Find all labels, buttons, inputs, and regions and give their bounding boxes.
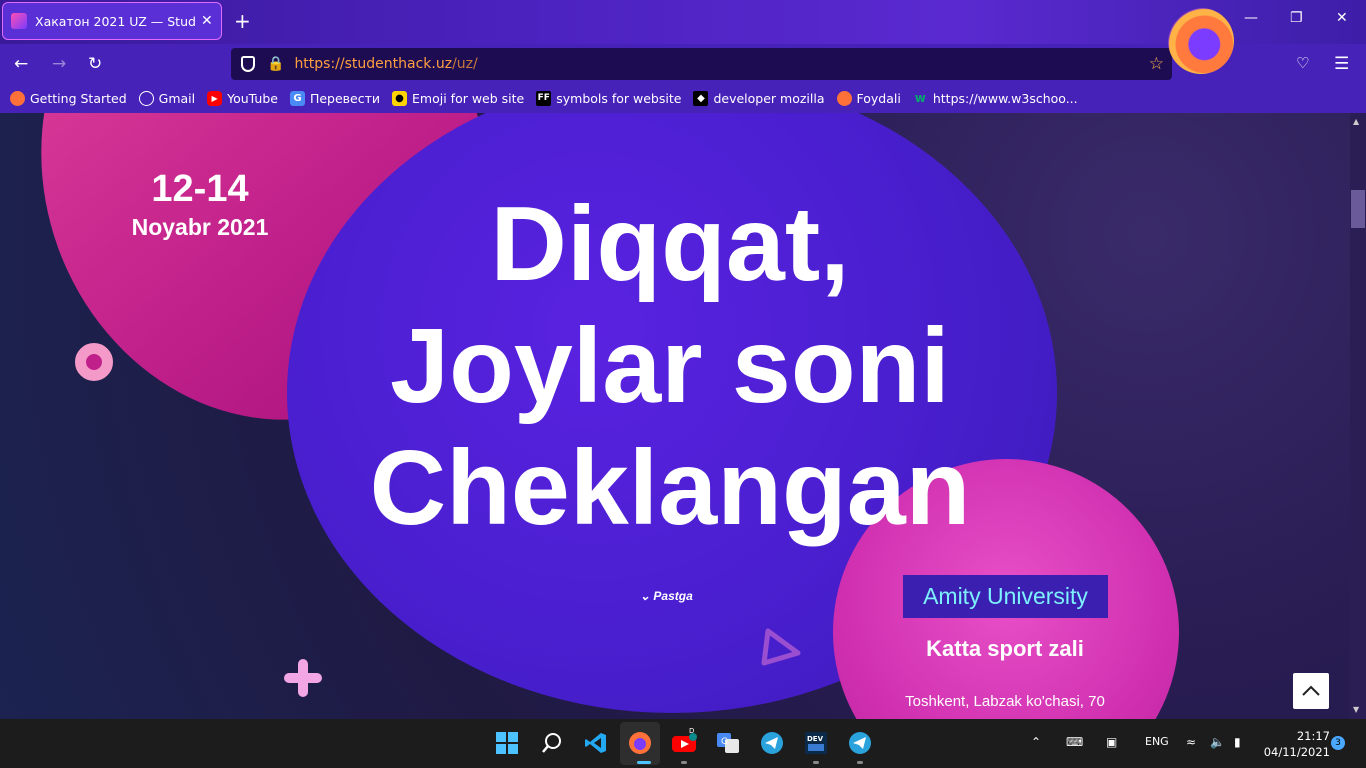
back-arrow-icon[interactable]: ← [14, 54, 28, 74]
telegram-desktop-icon[interactable] [847, 730, 873, 756]
shield-icon[interactable] [241, 56, 255, 72]
mdn-icon: ◆ [693, 91, 709, 106]
back-to-top-button[interactable] [1293, 673, 1329, 709]
google-translate-taskbar-icon[interactable]: G [715, 730, 741, 756]
lock-icon[interactable]: 🔒 [267, 56, 284, 72]
maximize-button[interactable]: ❐ [1290, 10, 1303, 26]
windows-start-icon[interactable] [494, 730, 520, 756]
ff-icon: FF [536, 91, 552, 106]
venue-hall: Katta sport zali [926, 636, 1084, 661]
ring-decoration-icon [75, 343, 113, 381]
headline-line-3: Cheklangan [369, 429, 971, 547]
minimize-button[interactable]: — [1244, 10, 1258, 26]
bookmark-gmail[interactable]: Gmail [138, 91, 195, 106]
site-favicon-icon [11, 13, 27, 29]
vscode-icon[interactable] [583, 730, 609, 756]
menu-icon[interactable]: ☰ [1334, 54, 1349, 74]
clock-time: 21:17 [1296, 729, 1330, 743]
tab-bar: Хакатон 2021 UZ — Students H ✕ + — ❐ ✕ [0, 0, 1366, 44]
url-path: /uz/ [452, 56, 478, 72]
scroll-down-link[interactable]: ⌄ Pastga [640, 589, 693, 603]
headline-line-1: Diqqat, [490, 185, 850, 303]
hero-headline: Diqqat, Joylar soni Cheklangan [330, 183, 1010, 549]
volume-icon[interactable]: 🔈 [1210, 735, 1225, 749]
chevron-down-icon: ⌄ [640, 589, 651, 603]
clock-date: 04/11/2021 [1263, 745, 1330, 759]
scroll-up-arrow-icon[interactable]: ▲ [1353, 117, 1359, 126]
scroll-down-arrow-icon[interactable]: ▼ [1353, 705, 1359, 714]
battery-icon[interactable]: ▮ [1234, 735, 1241, 749]
page-content: 12-14 Noyabr 2021 Diqqat, Joylar soni Ch… [0, 113, 1350, 719]
youtube-running-indicator [681, 761, 687, 764]
search-icon[interactable] [539, 730, 565, 756]
close-window-button[interactable]: ✕ [1336, 10, 1348, 26]
youtube-taskbar-icon[interactable]: D [671, 727, 697, 756]
bookmark-mdn[interactable]: ◆ developer mozilla [693, 91, 825, 106]
bookmark-w3schools[interactable]: w https://www.w3schoo... [913, 91, 1078, 106]
pocket-icon[interactable]: ♡ [1296, 54, 1309, 72]
event-date-range: 12-14 [151, 168, 249, 210]
bookmarks-toolbar: Getting Started Gmail ▶ YouTube G Перевест… [0, 84, 1366, 113]
system-clock[interactable]: 21:17 04/11/2021 [1262, 728, 1330, 760]
wifi-icon[interactable]: ≈ [1186, 735, 1196, 749]
taskbar: D G DEV ⌃ ⌨ ▣ ENG ≈ 🔈 ▮ 21:17 04/11/2021… [0, 719, 1366, 768]
firefox-running-indicator [637, 761, 651, 764]
google-translate-icon: G [289, 91, 305, 106]
bookmark-star-icon[interactable]: ☆ [1149, 54, 1164, 74]
chevron-up-icon [1302, 685, 1320, 696]
globe-icon [138, 91, 154, 106]
event-date-month: Noyabr 2021 [131, 214, 269, 240]
language-indicator[interactable]: ENG [1145, 735, 1169, 748]
dev-app-icon[interactable]: DEV [803, 730, 829, 756]
bookmark-youtube[interactable]: ▶ YouTube [207, 91, 278, 106]
scrollbar-thumb[interactable] [1351, 190, 1365, 228]
forward-arrow-icon[interactable]: → [52, 54, 66, 74]
triangle-decoration-icon [761, 628, 801, 666]
firefox-taskbar-icon[interactable] [627, 730, 653, 756]
tray-chevron-up-icon[interactable]: ⌃ [1031, 735, 1041, 749]
svg-text:DEV: DEV [807, 735, 824, 743]
bookmark-translate[interactable]: G Перевести [289, 91, 380, 106]
bookmark-symbols[interactable]: FF symbols for website [536, 91, 681, 106]
firefox-icon [10, 91, 25, 106]
tab-close-icon[interactable]: ✕ [201, 13, 213, 29]
svg-text:G: G [721, 737, 728, 747]
tab-active[interactable]: Хакатон 2021 UZ — Students H ✕ [2, 2, 222, 40]
venue-address: Toshkent, Labzak ko'chasi, 70 [905, 693, 1105, 710]
tablet-mode-icon[interactable]: ▣ [1106, 735, 1117, 749]
bookmark-emoji[interactable]: ● Emoji for web site [392, 91, 524, 106]
url-bar[interactable]: 🔒 https://studenthack.uz /uz/ ☆ [231, 48, 1172, 80]
keyboard-icon[interactable]: ⌨ [1066, 735, 1083, 749]
tab-title: Хакатон 2021 UZ — Students H [35, 13, 195, 29]
bookmark-foydali[interactable]: Foydali [836, 91, 901, 106]
plus-decoration-icon [284, 659, 322, 697]
firefox-logo-icon [1168, 8, 1234, 74]
w3schools-icon: w [914, 91, 926, 105]
reload-icon[interactable]: ↻ [88, 54, 102, 74]
telegram-icon[interactable] [759, 730, 785, 756]
venue-name-badge: Amity University [903, 575, 1108, 618]
headline-line-2: Joylar soni [390, 307, 950, 425]
url-host: https://studenthack.uz [294, 56, 453, 72]
telegram-running-indicator [857, 761, 863, 764]
page-scrollbar[interactable]: ▲ ▼ [1350, 113, 1366, 719]
dev-running-indicator [813, 761, 819, 764]
taskbar-badge: D [689, 727, 695, 735]
bookmark-getting-started[interactable]: Getting Started [10, 91, 127, 106]
new-tab-button[interactable]: + [234, 10, 251, 32]
emoji-icon: ● [392, 91, 408, 106]
notification-count-badge[interactable]: 3 [1331, 736, 1345, 750]
firefox-icon [836, 91, 852, 106]
